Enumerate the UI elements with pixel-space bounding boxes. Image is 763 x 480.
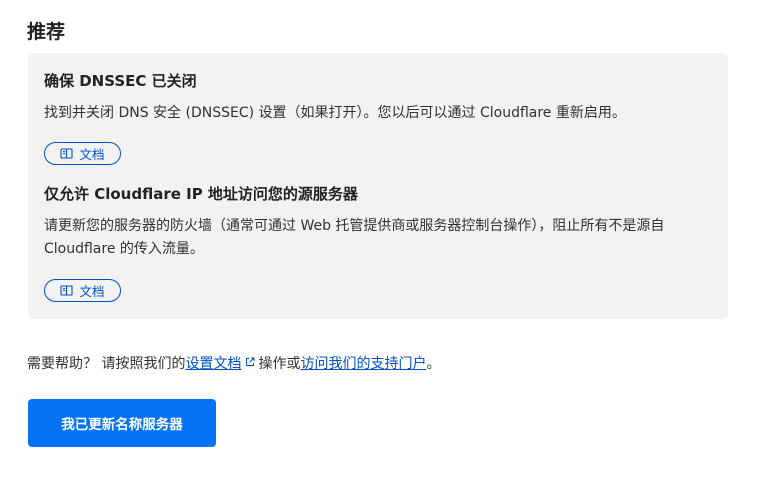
external-link-icon: [245, 352, 255, 366]
support-portal-link[interactable]: 访问我们的支持门户: [300, 356, 426, 372]
recommendation-description-firewall: 请更新您的服务器的防火墙（通常可通过 Web 托管提供商或服务器控制台操作），阻…: [44, 218, 665, 257]
page-title: 推荐: [27, 21, 66, 43]
setup-docs-link[interactable]: 设置文档: [185, 356, 241, 372]
recommendation-description-dnssec: 找到并关闭 DNS 安全 (DNSSEC) 设置（如果打开）。您以后可以通过 C…: [44, 105, 626, 121]
docs-button-label: 文档: [79, 148, 105, 162]
docs-button-dnssec[interactable]: 文档: [44, 142, 121, 165]
recommendation-title-firewall: 仅允许 Cloudflare IP 地址访问您的源服务器: [44, 185, 358, 203]
nameservers-updated-button[interactable]: 我已更新名称服务器: [28, 399, 216, 447]
docs-button-firewall[interactable]: 文档: [44, 279, 121, 302]
help-prefix: 需要帮助？ 请按照我们的: [27, 356, 186, 372]
docs-button-label: 文档: [79, 285, 105, 299]
help-middle: 操作或: [258, 356, 301, 372]
recommendations-panel: 确保 DNSSEC 已关闭 找到并关闭 DNS 安全 (DNSSEC) 设置（如…: [28, 53, 728, 319]
book-icon: [60, 284, 74, 297]
book-icon: [60, 147, 74, 160]
recommendation-title-dnssec: 确保 DNSSEC 已关闭: [44, 72, 197, 90]
help-text: 需要帮助？ 请按照我们的设置文档 操作或访问我们的支持门户。: [27, 352, 440, 375]
help-suffix: 。: [426, 356, 441, 372]
